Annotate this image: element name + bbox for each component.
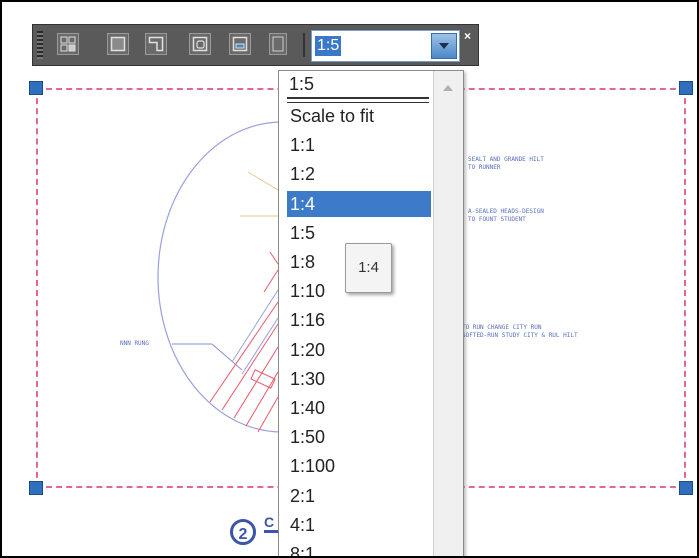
viewport-rectangle-icon <box>110 36 126 52</box>
viewport-lock-icon <box>272 36 284 52</box>
scale-option[interactable]: 1:20 <box>287 337 431 363</box>
viewport-layout-icon <box>60 36 76 52</box>
toolbar-separator <box>303 33 305 57</box>
scale-option[interactable]: 4:1 <box>287 512 431 538</box>
scale-option[interactable]: 1:16 <box>287 307 431 333</box>
scale-tooltip: 1:4 <box>345 243 392 293</box>
close-icon[interactable]: × <box>464 30 471 42</box>
drawing-note: A-SEALED HEADS-DESIGN TO FOUNT STUDENT <box>468 208 544 223</box>
drawing-note: TO RUN CHANGE CITY RUN SOFTED-RUN STUDY … <box>462 324 578 339</box>
viewport-scale-combo[interactable]: 1:5 <box>311 30 460 62</box>
polygonal-viewport-button[interactable] <box>145 33 167 55</box>
scale-combo-value[interactable]: 1:5 <box>315 36 342 56</box>
scale-dropdown-list[interactable]: 1:5 Scale to fit 1:1 1:2 1:4 1:5 1:8 1:10 1:16 1… <box>278 70 464 556</box>
viewport-polygon-icon <box>148 36 164 52</box>
dropdown-current-scale: 1:5 <box>289 74 315 94</box>
chevron-down-icon <box>439 43 449 49</box>
drawing-note: SEALT AND GRANDE HILT TO RUNNER <box>468 156 544 171</box>
scroll-up-arrow-icon[interactable] <box>443 85 453 91</box>
scale-option[interactable]: Scale to fit <box>287 103 431 129</box>
detail-label: C <box>264 514 275 530</box>
scale-option[interactable]: 1:50 <box>287 424 431 450</box>
dropdown-scrollbar[interactable] <box>433 71 463 556</box>
clip-viewport-button[interactable] <box>229 33 251 55</box>
app-frame: SEALT AND GRANDE HILT TO RUNNER A-SEALED… <box>0 0 699 558</box>
viewport-grip-top-right[interactable] <box>679 81 693 95</box>
scale-option[interactable]: 1:2 <box>287 161 431 187</box>
viewport-from-object-icon <box>192 36 208 52</box>
scale-option[interactable]: 1:5 <box>287 220 431 246</box>
detail-number-bubble: 2 <box>230 519 256 545</box>
scale-dropdown-button[interactable] <box>431 33 457 59</box>
viewport-layout-button[interactable] <box>57 33 79 55</box>
toolbar-grip-handle[interactable] <box>37 31 43 59</box>
scale-option[interactable]: 1:100 <box>287 453 431 479</box>
viewports-toolbar: 1:5 <box>32 24 479 66</box>
scale-option[interactable]: 1:40 <box>287 395 431 421</box>
single-viewport-button[interactable] <box>107 33 129 55</box>
scale-option[interactable]: 1:30 <box>287 366 431 392</box>
drawing-note: NNN RUNG <box>120 340 149 347</box>
viewport-grip-bottom-right[interactable] <box>679 481 693 495</box>
viewport-maximize-icon <box>232 36 248 52</box>
scale-option[interactable]: 1:4 <box>287 190 431 217</box>
scale-option[interactable]: 2:1 <box>287 483 431 509</box>
viewport-grip-bottom-left[interactable] <box>29 481 43 495</box>
scale-option[interactable]: 1:1 <box>287 132 431 158</box>
detail-underline <box>264 530 278 533</box>
convert-object-button[interactable] <box>189 33 211 55</box>
viewport-grip-top-left[interactable] <box>29 81 43 95</box>
scale-option[interactable]: 8:1 <box>287 541 431 556</box>
toolbar-spacer-button[interactable] <box>269 33 287 55</box>
